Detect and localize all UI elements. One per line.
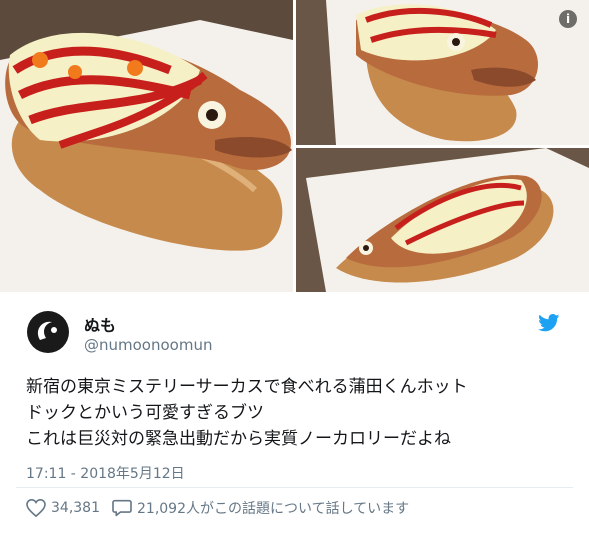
avatar[interactable] — [26, 310, 70, 354]
photo-top-right[interactable]: i — [296, 0, 589, 145]
user-handle[interactable]: @numoonoomun — [84, 336, 212, 354]
tweet-card: i ぬも @numoonoomun 新宿の東京ミステリーサーカスで食べれる蒲田く… — [0, 0, 589, 533]
tweet-timestamp[interactable]: 17:11 - 2018年5月12日 — [26, 463, 185, 483]
tweet-line: ドックとかいう可愛すぎるブツ — [26, 403, 264, 423]
twitter-bird-icon[interactable] — [538, 314, 560, 332]
speech-bubble-icon — [112, 499, 132, 517]
like-count: 34,381 — [51, 500, 100, 516]
info-icon[interactable]: i — [559, 10, 577, 28]
photo-main[interactable] — [0, 0, 293, 292]
conversation-link[interactable]: 21,092人がこの話題について話しています — [112, 498, 409, 518]
tweet-text: 新宿の東京ミステリーサーカスで食べれる蒲田くんホット ドックとかいう可愛すぎるブ… — [26, 374, 566, 452]
like-button[interactable]: 34,381 — [26, 499, 100, 517]
heart-icon — [26, 499, 46, 517]
tweet-actions: 34,381 21,092人がこの話題について話しています — [26, 496, 421, 520]
divider — [16, 487, 573, 488]
photo-bottom-right[interactable] — [296, 148, 589, 292]
tweet-line: 新宿の東京ミステリーサーカスで食べれる蒲田くんホット — [26, 377, 468, 397]
talking-count: 21,092人がこの話題について話しています — [137, 501, 410, 517]
tweet-line: これは巨災対の緊急出動だから実質ノーカロリーだよね — [26, 429, 451, 449]
photo-grid: i — [0, 0, 589, 292]
user-name[interactable]: ぬも — [84, 312, 116, 336]
